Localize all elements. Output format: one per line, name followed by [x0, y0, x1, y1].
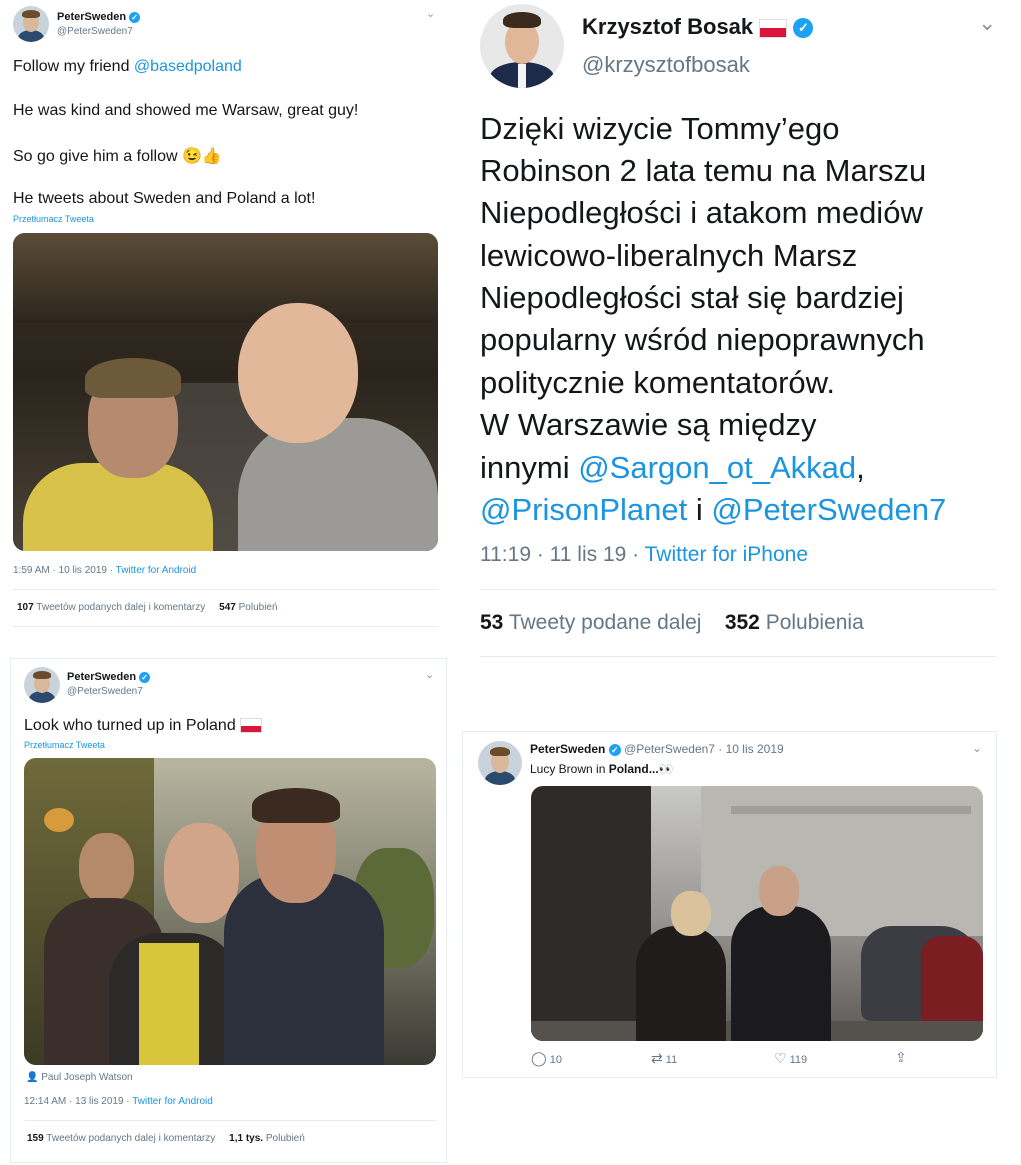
user-name[interactable]: PeterSweden: [67, 671, 136, 683]
divider: [480, 589, 996, 590]
tweet-text-line: Niepodległości i atakom mediów: [480, 195, 923, 230]
tagged-person[interactable]: Paul Joseph Watson: [41, 1072, 132, 1083]
verified-badge-icon: ✓: [793, 18, 814, 39]
tweet-text: Follow my friend: [13, 58, 134, 75]
tweet-source[interactable]: Twitter for iPhone: [645, 543, 808, 566]
tweet-peter-basedpoland: PeterSweden ✓ @PeterSweden7 ⌄ Follow my …: [0, 0, 450, 630]
person-tag-icon: 👤: [26, 1072, 39, 1083]
tweet-text: Lucy Brown in: [530, 762, 609, 776]
verified-badge-icon: ✓: [139, 671, 151, 683]
poland-flag-icon: [240, 718, 263, 734]
tweet-text-bold: Poland...: [608, 762, 659, 776]
avatar[interactable]: [24, 667, 60, 703]
user-handle[interactable]: @PeterSweden7: [67, 686, 143, 697]
reply-count: 10: [549, 1054, 562, 1066]
tweet-text-line: Niepodległości stał się bardziej: [480, 280, 904, 315]
chevron-down-icon[interactable]: ⌄: [978, 10, 996, 36]
retweet-count: 11: [665, 1054, 678, 1066]
tweet-text-line: innymi: [480, 450, 579, 485]
chevron-down-icon[interactable]: ⌄: [425, 668, 434, 681]
divider: [13, 626, 438, 627]
chevron-down-icon[interactable]: ⌄: [972, 741, 982, 755]
tweet-bosak: Krzysztof Bosak ✓ @krzysztofbosak ⌄ Dzię…: [455, 0, 1021, 660]
retweet-icon[interactable]: ⇄: [651, 1050, 663, 1066]
eyes-emoji: 👀: [658, 762, 674, 776]
reply-icon[interactable]: ◯: [531, 1050, 547, 1066]
verified-badge-icon: ✓: [608, 743, 621, 756]
tweet-photo[interactable]: [531, 786, 983, 1041]
user-handle[interactable]: @PeterSweden7: [57, 26, 133, 37]
divider: [480, 656, 996, 657]
tweet-text-line: lewicowo-liberalnych Marsz: [480, 238, 858, 273]
avatar[interactable]: [13, 6, 49, 42]
tweet-timestamp[interactable]: 11:19 · 11 lis 19 ·: [480, 543, 645, 566]
tweet-photo[interactable]: [24, 758, 436, 1065]
tweet-text-line: W Warszawie są między: [480, 407, 817, 442]
avatar[interactable]: [480, 4, 564, 88]
tweet-peter-lucy: PeterSweden ✓ @PeterSweden7 · 10 lis 201…: [462, 731, 997, 1078]
user-name[interactable]: PeterSweden: [530, 742, 605, 756]
handle-and-date[interactable]: @PeterSweden7 · 10 lis 2019: [624, 742, 784, 756]
like-count: 119: [789, 1054, 808, 1066]
mention-link[interactable]: @PrisonPlanet: [480, 492, 687, 527]
verified-badge-icon: ✓: [129, 11, 141, 23]
retweet-stat[interactable]: 159 Tweetów podanych dalej i komentarzy: [27, 1133, 215, 1144]
chevron-down-icon[interactable]: ⌄: [426, 7, 435, 20]
mention-link[interactable]: @PeterSweden7: [711, 492, 946, 527]
tweet-source[interactable]: Twitter for Android: [116, 565, 197, 576]
punctuation: ,: [856, 450, 865, 485]
retweet-stat[interactable]: 107 Tweetów podanych dalej i komentarzy: [17, 602, 205, 613]
like-stat[interactable]: 547 Polubień: [219, 602, 277, 613]
tweet-text: He was kind and showed me Warsaw, great …: [13, 102, 359, 119]
tweet-text-line: Robinson 2 lata temu na Marszu: [480, 153, 927, 188]
like-icon[interactable]: ♡: [774, 1050, 787, 1066]
translate-link[interactable]: Przetłumacz Tweeta: [13, 214, 94, 224]
like-stat[interactable]: 352 Polubienia: [725, 611, 864, 634]
tweet-text: He tweets about Sweden and Poland a lot!: [13, 190, 316, 207]
mention-link[interactable]: @basedpoland: [134, 58, 242, 75]
tweet-text-line: Dzięki wizycie Tommy’ego: [480, 111, 840, 146]
poland-flag-icon: [759, 18, 788, 38]
translate-link[interactable]: Przetłumacz Tweeta: [24, 740, 105, 750]
mention-link[interactable]: @Sargon_ot_Akkad: [578, 450, 856, 485]
divider: [24, 1120, 436, 1121]
avatar[interactable]: [478, 741, 522, 785]
tweet-peter-poland: PeterSweden ✓ @PeterSweden7 ⌄ Look who t…: [10, 658, 447, 1163]
tweet-text-line: politycznie komentatorów.: [480, 365, 835, 400]
tweet-source[interactable]: Twitter for Android: [132, 1096, 213, 1107]
user-handle[interactable]: @krzysztofbosak: [582, 52, 750, 78]
share-icon[interactable]: ⇪: [895, 1049, 907, 1066]
tweet-text: Look who turned up in Poland: [24, 717, 236, 734]
tweet-text: So go give him a follow 😉👍: [13, 148, 222, 165]
user-name[interactable]: PeterSweden: [57, 11, 126, 23]
tweet-photo[interactable]: [13, 233, 438, 551]
user-name[interactable]: Krzysztof Bosak: [582, 14, 753, 39]
like-stat[interactable]: 1,1 tys. Polubień: [229, 1133, 305, 1144]
tweet-text-line: popularny wśród niepoprawnych: [480, 322, 925, 357]
tweet-timestamp[interactable]: 12:14 AM · 13 lis 2019 ·: [24, 1096, 132, 1107]
tweet-timestamp[interactable]: 1:59 AM · 10 lis 2019 ·: [13, 565, 116, 576]
conjunction: i: [687, 492, 712, 527]
divider: [13, 589, 438, 590]
retweet-stat[interactable]: 53 Tweety podane dalej: [480, 611, 701, 634]
